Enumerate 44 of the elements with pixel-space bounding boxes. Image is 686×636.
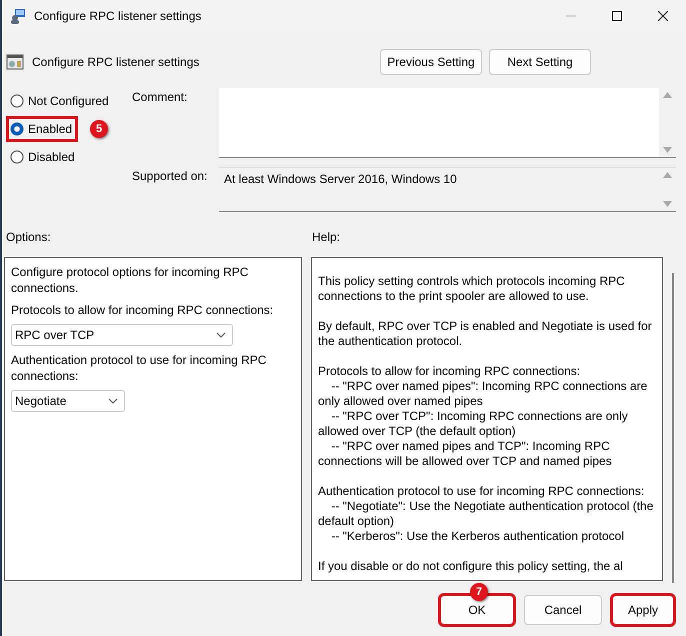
policy-icon bbox=[6, 53, 24, 71]
chevron-down-icon bbox=[216, 332, 226, 338]
scroll-bar[interactable] bbox=[672, 273, 676, 583]
supported-on-value: At least Windows Server 2016, Windows 10 bbox=[223, 171, 458, 188]
scroll-down-icon[interactable] bbox=[663, 147, 672, 153]
supported-on-label: Supported on: bbox=[132, 168, 208, 185]
annotation-badge: 5 bbox=[90, 120, 108, 138]
annotation-badge: 7 bbox=[470, 583, 488, 601]
dropdown[interactable]: Negotiate bbox=[11, 390, 125, 412]
cancel-button[interactable]: Cancel bbox=[524, 595, 602, 625]
previous-setting-button[interactable]: Previous Setting bbox=[380, 49, 482, 75]
policy-title: Configure RPC listener settings bbox=[32, 55, 200, 69]
comment-label: Comment: bbox=[132, 89, 188, 106]
radio-label: Not Configured bbox=[28, 94, 109, 108]
radio-option[interactable]: Disabled bbox=[8, 146, 79, 168]
window-title: Configure RPC listener settings bbox=[34, 9, 202, 23]
chevron-down-icon bbox=[108, 398, 118, 404]
option-description: Configure protocol options for incoming RPC connections. bbox=[11, 264, 250, 296]
ok-button[interactable]: OK bbox=[440, 595, 514, 625]
radio-label: Enabled bbox=[28, 122, 72, 136]
next-setting-button[interactable]: Next Setting bbox=[489, 49, 591, 75]
radio-button[interactable] bbox=[10, 94, 24, 108]
scroll-up-icon[interactable] bbox=[663, 172, 672, 178]
computer-icon bbox=[10, 8, 26, 24]
radio-label: Disabled bbox=[28, 150, 75, 164]
apply-button[interactable]: Apply bbox=[612, 595, 674, 625]
radio-button[interactable] bbox=[10, 150, 24, 164]
help-paragraph: Protocols to allow for incoming RPC connections: -- "RPC over named pipes": Incoming RPC connections are only allowed over named pipes -- "RPC over TCP": Incoming RPC connections are only allowed over TCP (the default option) -- "RPC over named pipes and TCP": Incoming RPC connections will be allowed over TCP and named pipes bbox=[318, 364, 648, 469]
maximize-icon bbox=[612, 11, 622, 21]
help-paragraph: Authentication protocol to use for incoming RPC connections: -- "Negotiate": Use the Negotiate authentication protocol (the default option) -- "Kerberos": Use the Kerberos authentication protocol bbox=[318, 484, 654, 544]
comment-field[interactable] bbox=[219, 88, 676, 158]
radio-option[interactable]: Not Configured bbox=[8, 90, 113, 112]
help-label: Help: bbox=[312, 229, 340, 246]
radio-button[interactable] bbox=[10, 122, 24, 136]
close-icon bbox=[658, 11, 668, 21]
scroll-down-icon[interactable] bbox=[663, 201, 672, 207]
help-paragraph: This policy setting controls which protocols incoming RPC connections to the print spooler are allowed to use. bbox=[318, 274, 626, 304]
help-paragraph: If you disable or do not configure this policy setting, the al bbox=[318, 559, 624, 574]
options-label: Options: bbox=[6, 229, 52, 246]
scroll-up-icon[interactable] bbox=[663, 92, 672, 98]
dropdown[interactable]: RPC over TCP bbox=[11, 324, 233, 346]
option-description: Protocols to allow for incoming RPC connections: bbox=[11, 302, 274, 318]
option-description: Authentication protocol to use for incoming RPC connections: bbox=[11, 352, 268, 384]
help-paragraph: By default, RPC over TCP is enabled and Negotiate is used for the authentication protocol. bbox=[318, 319, 653, 349]
